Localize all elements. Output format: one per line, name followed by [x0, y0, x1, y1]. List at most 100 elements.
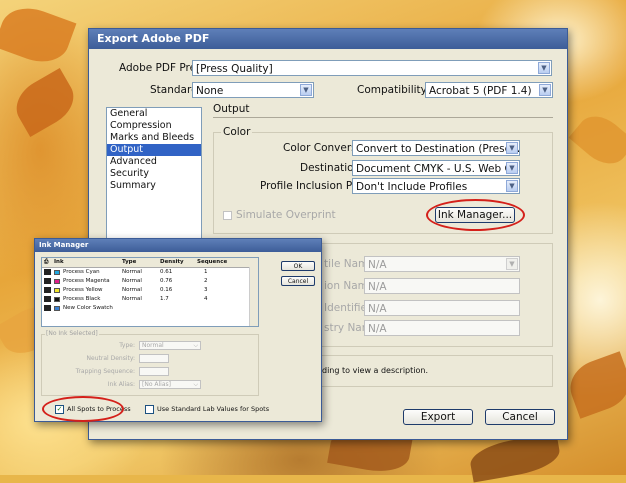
- nav-item-advanced[interactable]: Advanced: [107, 156, 201, 168]
- identifier-field[interactable]: N/A: [364, 300, 520, 316]
- ink-type: Normal: [122, 287, 142, 293]
- export-button[interactable]: Export: [403, 409, 473, 425]
- chevron-down-icon: ▼: [506, 258, 518, 270]
- density-field[interactable]: [139, 354, 169, 363]
- nav-item-general[interactable]: General: [107, 108, 201, 120]
- nav-item-output[interactable]: Output: [107, 144, 201, 156]
- ink-density: 0.16: [160, 287, 173, 293]
- col-sequence: Sequence: [197, 259, 228, 265]
- alias-select[interactable]: [No Alias] ⌵: [139, 380, 201, 389]
- ink-density: 0.76: [160, 278, 173, 284]
- chevron-down-icon: ▼: [300, 84, 312, 96]
- chevron-down-icon: ▼: [539, 84, 551, 96]
- ink-sequence: 2: [204, 278, 208, 284]
- nav-item-compression[interactable]: Compression: [107, 120, 201, 132]
- nav-item-marks-and-bleeds[interactable]: Marks and Bleeds: [107, 132, 201, 144]
- ink-name: Process Black: [63, 296, 101, 302]
- profile-name-value: N/A: [368, 259, 387, 271]
- ink-type: Normal: [122, 296, 142, 302]
- type-label: Type:: [119, 342, 135, 349]
- ink-row[interactable]: Process Yellow Normal 0.16 3: [42, 286, 258, 295]
- color-conversion-select[interactable]: Convert to Destination (Preserve Numb ▼: [352, 140, 520, 156]
- highlight-circle: [426, 199, 525, 231]
- print-icon[interactable]: [44, 305, 51, 311]
- registry-field[interactable]: N/A: [364, 320, 520, 336]
- no-ink-label: [No Ink Selected]: [45, 330, 99, 337]
- ink-row[interactable]: Process Magenta Normal 0.76 2: [42, 277, 258, 286]
- ink-swatch: [54, 288, 60, 293]
- profile-name-select[interactable]: N/A ▼: [364, 256, 520, 272]
- ink-swatch: [54, 306, 60, 311]
- simulate-overprint-label: Simulate Overprint: [236, 209, 336, 221]
- identifier-value: N/A: [368, 303, 387, 315]
- destination-select[interactable]: Document CMYK - U.S. Web Coated (S ▼: [352, 160, 520, 176]
- print-icon[interactable]: [44, 269, 51, 275]
- ink-table-scrollbar[interactable]: [249, 267, 258, 326]
- ink-table-header: ⎙ Ink Type Density Sequence: [42, 258, 258, 268]
- ink-sequence: 1: [204, 269, 208, 275]
- print-column-icon: ⎙: [44, 259, 49, 265]
- destination-value: Document CMYK - U.S. Web Coated (S: [356, 163, 519, 175]
- ink-row[interactable]: Process Black Normal 1.7 4: [42, 295, 258, 304]
- ink-swatch: [54, 297, 60, 302]
- preset-value: [Press Quality]: [196, 63, 273, 75]
- trapping-label: Trapping Sequence:: [75, 368, 135, 375]
- condition-name-field[interactable]: N/A: [364, 278, 520, 294]
- profile-value: Don't Include Profiles: [356, 181, 468, 193]
- chevron-down-icon: ▼: [506, 142, 518, 154]
- color-conversion-value: Convert to Destination (Preserve Numb: [356, 143, 519, 155]
- dialog-title: Export Adobe PDF: [89, 29, 567, 49]
- print-icon[interactable]: [44, 278, 51, 284]
- ink-name: Process Magenta: [63, 278, 110, 284]
- use-lab-checkbox[interactable]: [145, 405, 154, 414]
- density-label: Neutral Density:: [86, 355, 135, 362]
- ink-cancel-button[interactable]: Cancel: [281, 276, 315, 286]
- chevron-down-icon: ⌵: [193, 342, 198, 349]
- simulate-overprint-checkbox[interactable]: [223, 211, 232, 220]
- chevron-down-icon: ▼: [506, 162, 518, 174]
- chevron-down-icon: ▼: [538, 62, 550, 74]
- type-value: Normal: [142, 342, 164, 349]
- standard-select[interactable]: None ▼: [192, 82, 314, 98]
- color-group-label: Color: [221, 126, 253, 138]
- print-icon[interactable]: [44, 287, 51, 293]
- ink-swatch: [54, 279, 60, 284]
- ink-density: 1.7: [160, 296, 169, 302]
- type-select[interactable]: Normal ⌵: [139, 341, 201, 350]
- use-lab-label: Use Standard Lab Values for Spots: [157, 405, 270, 413]
- ink-manager-dialog: Ink Manager ⎙ Ink Type Density Sequence …: [34, 238, 322, 422]
- ink-swatch: [54, 270, 60, 275]
- chevron-down-icon: ▼: [506, 180, 518, 192]
- nav-item-summary[interactable]: Summary: [107, 180, 201, 192]
- description-text: ding to view a description.: [322, 366, 428, 375]
- nav-item-security[interactable]: Security: [107, 168, 201, 180]
- profile-select[interactable]: Don't Include Profiles ▼: [352, 178, 520, 194]
- ink-row[interactable]: New Color Swatch: [42, 304, 258, 313]
- ink-ok-button[interactable]: OK: [281, 261, 315, 271]
- standard-value: None: [196, 85, 224, 97]
- col-type: Type: [122, 259, 137, 265]
- compat-label: Compatibility:: [357, 84, 430, 96]
- ink-type: Normal: [122, 269, 142, 275]
- preset-select[interactable]: [Press Quality] ▼: [192, 60, 552, 76]
- section-divider: [213, 117, 553, 118]
- alias-label: Ink Alias:: [107, 381, 135, 388]
- trapping-field[interactable]: [139, 367, 169, 376]
- condition-name-value: N/A: [368, 281, 387, 293]
- ink-sequence: 3: [204, 287, 208, 293]
- ink-sequence: 4: [204, 296, 208, 302]
- ink-manager-title: Ink Manager: [35, 239, 321, 252]
- compat-value: Acrobat 5 (PDF 1.4): [429, 85, 532, 97]
- section-title: Output: [213, 103, 250, 115]
- category-list: General Compression Marks and Bleeds Out…: [106, 107, 202, 247]
- ink-row[interactable]: Process Cyan Normal 0.61 1: [42, 268, 258, 277]
- print-icon[interactable]: [44, 296, 51, 302]
- cancel-button[interactable]: Cancel: [485, 409, 555, 425]
- col-density: Density: [160, 259, 184, 265]
- ink-name: Process Cyan: [63, 269, 100, 275]
- ink-name: Process Yellow: [63, 287, 103, 293]
- all-spots-highlight-circle: [42, 396, 124, 422]
- ink-type: Normal: [122, 278, 142, 284]
- compat-select[interactable]: Acrobat 5 (PDF 1.4) ▼: [425, 82, 553, 98]
- ink-name: New Color Swatch: [63, 305, 113, 311]
